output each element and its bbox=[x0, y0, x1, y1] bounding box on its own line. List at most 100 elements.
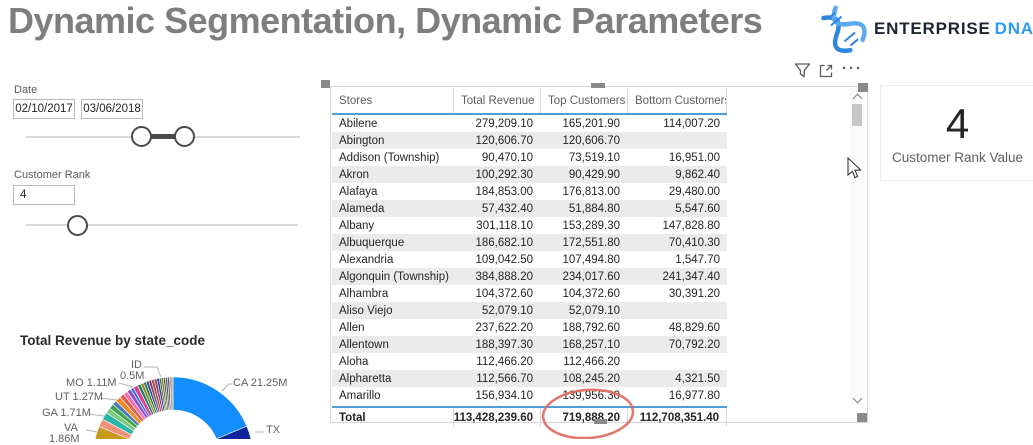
table-row[interactable]: Algonquin (Township) 384,888.20 234,017.60… bbox=[332, 268, 727, 285]
scrollbar-thumb[interactable] bbox=[852, 104, 862, 126]
table-cell[interactable]: 29,480.00 bbox=[627, 186, 727, 198]
table-cell[interactable]: Amarillo bbox=[332, 390, 453, 402]
table-cell[interactable]: 70,792.20 bbox=[627, 339, 727, 351]
table-cell[interactable]: 153,289.30 bbox=[540, 220, 627, 232]
table-cell[interactable]: Allen bbox=[332, 322, 453, 334]
column-header[interactable]: Bottom Customers bbox=[627, 88, 727, 113]
table-cell[interactable]: 172,551.80 bbox=[540, 237, 627, 249]
column-header[interactable]: Top Customers bbox=[540, 88, 627, 113]
date-start-input[interactable] bbox=[13, 99, 75, 119]
table-cell[interactable]: Alpharetta bbox=[332, 373, 453, 385]
table-cell[interactable]: 4,321.50 bbox=[627, 373, 727, 385]
table-cell[interactable]: 120,606.70 bbox=[540, 135, 627, 147]
table-cell[interactable]: 48,829.60 bbox=[627, 322, 727, 334]
table-cell[interactable]: 301,118.10 bbox=[453, 220, 540, 232]
table-cell[interactable]: 16,951.00 bbox=[627, 152, 727, 164]
column-header[interactable]: Stores bbox=[332, 95, 453, 107]
table-cell[interactable]: 109,042.50 bbox=[453, 254, 540, 266]
table-cell[interactable]: 51,884.80 bbox=[540, 203, 627, 215]
table-cell[interactable]: 9,862.40 bbox=[627, 169, 727, 181]
table-cell[interactable]: 241,347.40 bbox=[627, 271, 727, 283]
table-cell[interactable]: 90,470.10 bbox=[453, 152, 540, 164]
focus-mode-icon[interactable] bbox=[818, 63, 834, 79]
table-row[interactable]: Amarillo 156,934.10 139,956.30 16,977.80 bbox=[332, 387, 727, 404]
table-cell[interactable]: Alexandria bbox=[332, 254, 453, 266]
table-cell[interactable]: 108,245.20 bbox=[540, 373, 627, 385]
rank-slider-handle[interactable] bbox=[67, 215, 88, 236]
table-cell[interactable]: 70,410.30 bbox=[627, 237, 727, 249]
table-cell[interactable]: Akron bbox=[332, 169, 453, 181]
date-slider-handle-start[interactable] bbox=[131, 126, 152, 147]
table-scrollbar[interactable] bbox=[850, 88, 864, 406]
table-row[interactable]: Addison (Township) 90,470.10 73,519.10 16,9… bbox=[332, 149, 727, 166]
table-cell[interactable]: 112,466.20 bbox=[453, 356, 540, 368]
table-cell[interactable]: 100,292.30 bbox=[453, 169, 540, 181]
table-cell[interactable]: 112,466.20 bbox=[540, 356, 627, 368]
table-row[interactable]: Albuquerque 186,682.10 172,551.80 70,410.30 bbox=[332, 234, 727, 251]
table-cell[interactable]: 1,547.70 bbox=[627, 254, 727, 266]
table-cell[interactable]: Alhambra bbox=[332, 288, 453, 300]
table-cell[interactable]: 107,494.80 bbox=[540, 254, 627, 266]
filter-icon[interactable] bbox=[794, 62, 811, 79]
more-options-icon[interactable]: ··· bbox=[842, 60, 863, 77]
table-row[interactable]: Akron 100,292.30 90,429.90 9,862.40 bbox=[332, 166, 727, 183]
table-cell[interactable]: 52,079.10 bbox=[540, 305, 627, 317]
table-cell[interactable]: Abilene bbox=[332, 118, 453, 130]
table-cell[interactable]: 186,682.10 bbox=[453, 237, 540, 249]
table-cell[interactable]: Aloha bbox=[332, 356, 453, 368]
table-cell[interactable]: Albany bbox=[332, 220, 453, 232]
table-cell[interactable]: 188,792.60 bbox=[540, 322, 627, 334]
table-cell[interactable]: 104,372.60 bbox=[540, 288, 627, 300]
table-cell[interactable]: 165,201.90 bbox=[540, 118, 627, 130]
table-row[interactable]: Albany 301,118.10 153,289.30 147,828.80 bbox=[332, 217, 727, 234]
column-header[interactable]: Total Revenue bbox=[453, 88, 540, 113]
table-cell[interactable]: 112,566.70 bbox=[453, 373, 540, 385]
table-cell[interactable]: Alameda bbox=[332, 203, 453, 215]
table-cell[interactable]: 73,519.10 bbox=[540, 152, 627, 164]
table-row[interactable]: Alameda 57,432.40 51,884.80 5,547.60 bbox=[332, 200, 727, 217]
table-cell[interactable]: 5,547.60 bbox=[627, 203, 727, 215]
table-row[interactable]: Alexandria 109,042.50 107,494.80 1,547.70 bbox=[332, 251, 727, 268]
table-cell[interactable]: Addison (Township) bbox=[332, 152, 453, 164]
table-cell[interactable]: 30,391.20 bbox=[627, 288, 727, 300]
table-row[interactable]: Aliso Viejo 52,079.10 52,079.10 bbox=[332, 302, 727, 319]
table-row[interactable]: Allen 237,622.20 188,792.60 48,829.60 bbox=[332, 319, 727, 336]
table-cell[interactable]: 104,372.60 bbox=[453, 288, 540, 300]
selection-handle-bottom-right[interactable] bbox=[857, 413, 867, 422]
table-cell[interactable]: 234,017.60 bbox=[540, 271, 627, 283]
table-cell[interactable]: 120,606.70 bbox=[453, 135, 540, 147]
table-row[interactable]: Allentown 188,397.30 168,257.10 70,792.20 bbox=[332, 336, 727, 353]
table-cell[interactable]: Aliso Viejo bbox=[332, 305, 453, 317]
selection-handle-top-left[interactable] bbox=[321, 80, 330, 88]
table-cell[interactable]: 156,934.10 bbox=[453, 390, 540, 402]
table-cell[interactable]: 168,257.10 bbox=[540, 339, 627, 351]
table-row[interactable]: Aloha 112,466.20 112,466.20 bbox=[332, 353, 727, 370]
table-row[interactable]: Alafaya 184,853.00 176,813.00 29,480.00 bbox=[332, 183, 727, 200]
date-end-input[interactable] bbox=[81, 99, 143, 119]
rank-value-input[interactable] bbox=[13, 185, 75, 205]
total-cell[interactable]: 112,708,351.40 bbox=[627, 408, 727, 427]
date-slider-handle-end[interactable] bbox=[174, 126, 195, 147]
table-cell[interactable]: Allentown bbox=[332, 339, 453, 351]
table-cell[interactable]: 384,888.20 bbox=[453, 271, 540, 283]
table-cell[interactable]: 90,429.90 bbox=[540, 169, 627, 181]
table-cell[interactable]: 52,079.10 bbox=[453, 305, 540, 317]
table-cell[interactable]: 176,813.00 bbox=[540, 186, 627, 198]
selection-handle-top-middle[interactable] bbox=[591, 83, 605, 88]
table-cell[interactable]: 237,622.20 bbox=[453, 322, 540, 334]
selection-handle-top-right[interactable] bbox=[858, 83, 868, 92]
table-cell[interactable]: 57,432.40 bbox=[453, 203, 540, 215]
total-cell[interactable]: Total bbox=[332, 412, 453, 424]
table-cell[interactable]: 16,977.80 bbox=[627, 390, 727, 402]
table-cell[interactable]: 188,397.30 bbox=[453, 339, 540, 351]
table-cell[interactable]: Albuquerque bbox=[332, 237, 453, 249]
table-cell[interactable]: Abington bbox=[332, 135, 453, 147]
total-cell[interactable]: 113,428,239.60 bbox=[453, 408, 540, 427]
table-cell[interactable]: 114,007.20 bbox=[627, 118, 727, 130]
table-row[interactable]: Alhambra 104,372.60 104,372.60 30,391.20 bbox=[332, 285, 727, 302]
table-cell[interactable]: 184,853.00 bbox=[453, 186, 540, 198]
table-cell[interactable]: Algonquin (Township) bbox=[332, 271, 453, 283]
table-row[interactable]: Abilene 279,209.10 165,201.90 114,007.20 bbox=[332, 115, 727, 132]
table-row[interactable]: Alpharetta 112,566.70 108,245.20 4,321.50 bbox=[332, 370, 727, 387]
table-cell[interactable]: 147,828.80 bbox=[627, 220, 727, 232]
